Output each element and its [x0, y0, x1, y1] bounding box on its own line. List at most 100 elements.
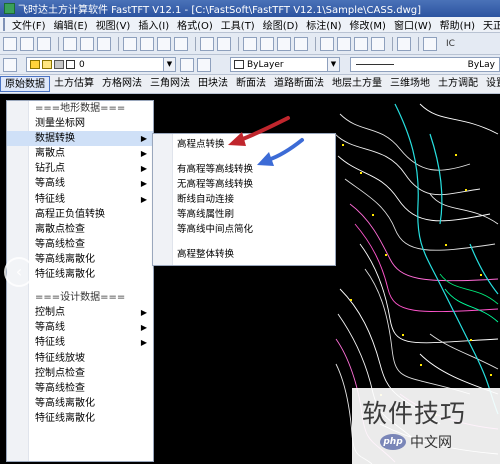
toolbar-separator: [392, 36, 393, 51]
color-value: ByLayer: [247, 59, 284, 70]
menu-help[interactable]: 帮助(H): [436, 17, 479, 32]
toolbar-separator: [195, 36, 196, 51]
publish-icon[interactable]: [97, 36, 111, 51]
menu-item-contours[interactable]: 等高线 ▶: [7, 176, 153, 191]
menu-item-discrete-points[interactable]: 离散点 ▶: [7, 146, 153, 161]
linetype-dropdown[interactable]: ByLay: [350, 57, 500, 72]
layer-manager-icon[interactable]: [3, 57, 17, 72]
menu-tools[interactable]: 工具(T): [217, 17, 259, 32]
submenu-item-contour-with-elevation[interactable]: 有高程等高线转换: [153, 162, 335, 177]
match-properties-icon[interactable]: [174, 36, 188, 51]
menu-item-feature-line-slope[interactable]: 特征线放坡: [7, 351, 153, 366]
menu-item-label: 数据转换: [35, 133, 75, 145]
toolbar-separator: [58, 36, 59, 51]
chevron-down-icon[interactable]: ▼: [327, 58, 339, 71]
lock-icon: [54, 60, 64, 69]
menu-item-boreholes[interactable]: 钻孔点 ▶: [7, 161, 153, 176]
menu-item-label: 特征线: [35, 193, 65, 205]
submenu-item-auto-join-lines[interactable]: 断线自动连接: [153, 192, 335, 207]
menu-item-label: 等高线离散化: [35, 253, 95, 265]
print-preview-icon[interactable]: [80, 36, 94, 51]
tab-stratum-volume[interactable]: 地层土方量: [328, 76, 386, 92]
redo-icon[interactable]: [217, 36, 231, 51]
menu-item-contour-check[interactable]: 等高线检查: [7, 237, 153, 252]
menu-dimension[interactable]: 标注(N): [302, 17, 345, 32]
menu-format[interactable]: 格式(O): [173, 17, 217, 32]
new-file-icon[interactable]: [3, 36, 17, 51]
design-center-icon[interactable]: [337, 36, 351, 51]
cut-icon[interactable]: [123, 36, 137, 51]
menu-item-data-conversion[interactable]: 数据转换 ▶: [7, 131, 153, 147]
data-conversion-submenu: 高程点转换 有高程等高线转换 无高程等高线转换 断线自动连接 等高线属性刷 等高…: [152, 133, 336, 266]
menu-item-control-points[interactable]: 控制点 ▶: [7, 305, 153, 320]
tab-field-method[interactable]: 田块法: [194, 76, 232, 92]
menu-item-survey-grid[interactable]: 测量坐标网: [7, 116, 153, 131]
menu-item-elevation-sign-conversion[interactable]: 高程正负值转换: [7, 207, 153, 222]
layer-dropdown[interactable]: 0 ▼: [26, 57, 176, 72]
menu-window[interactable]: 窗口(W): [390, 17, 436, 32]
standard-toolbar: IC: [0, 33, 500, 55]
properties-icon[interactable]: [320, 36, 334, 51]
submenu-item-elevation-bulk-convert[interactable]: 高程整体转换: [153, 247, 335, 262]
submenu-item-elevation-point-convert[interactable]: 高程点转换: [153, 137, 335, 152]
menu-bar: 文件(F) 编辑(E) 视图(V) 插入(I) 格式(O) 工具(T) 绘图(D…: [0, 17, 500, 33]
make-current-layer-icon[interactable]: [180, 57, 194, 72]
menu-item-feature-lines[interactable]: 特征线 ▶: [7, 192, 153, 207]
previous-arrow-icon[interactable]: ‹: [4, 257, 34, 287]
open-file-icon[interactable]: [20, 36, 34, 51]
tab-raw-data[interactable]: 原始数据: [0, 76, 50, 92]
tool-palettes-icon[interactable]: [354, 36, 368, 51]
chevron-down-icon[interactable]: ▼: [163, 58, 175, 71]
menu-insert[interactable]: 插入(I): [134, 17, 173, 32]
menu-item-label: 控制点检查: [35, 367, 85, 379]
color-dropdown[interactable]: ByLayer ▼: [230, 57, 340, 72]
text-style-icon[interactable]: [423, 36, 437, 51]
menu-item-design-feature-lines[interactable]: 特征线 ▶: [7, 335, 153, 350]
menu-view[interactable]: 视图(V): [92, 17, 135, 32]
tab-settings-output[interactable]: 设置和出: [482, 76, 500, 92]
menu-item-label: 测量坐标网: [35, 118, 85, 130]
submenu-item-contour-point-simplify[interactable]: 等高线中间点简化: [153, 222, 335, 237]
zoom-window-icon[interactable]: [277, 36, 291, 51]
tab-grid-method[interactable]: 方格网法: [98, 76, 146, 92]
window-title: 飞时达土方计算软件 FastTFT V12.1 - [C:\FastSoft\F…: [18, 5, 422, 16]
watermark: 软件技巧 php 中文网: [352, 388, 500, 464]
copy-icon[interactable]: [140, 36, 154, 51]
menu-draw[interactable]: 绘图(D): [259, 17, 303, 32]
menu-item-design-contour-discretize[interactable]: 等高线离散化: [7, 396, 153, 411]
toolbar-separator: [315, 36, 316, 51]
menu-item-control-point-check[interactable]: 控制点检查: [7, 366, 153, 381]
menu-edit[interactable]: 编辑(E): [50, 17, 92, 32]
menu-modify[interactable]: 修改(M): [346, 17, 390, 32]
menu-file[interactable]: 文件(F): [8, 17, 50, 32]
tab-earthwork-allocation[interactable]: 土方调配: [434, 76, 482, 92]
submenu-item-contour-property-brush[interactable]: 等高线属性刷: [153, 207, 335, 222]
submenu-item-contour-without-elevation[interactable]: 无高程等高线转换: [153, 177, 335, 192]
tab-earthwork-estimate[interactable]: 土方估算: [50, 76, 98, 92]
app-menu-icon[interactable]: [3, 18, 5, 31]
zoom-previous-icon[interactable]: [294, 36, 308, 51]
zoom-realtime-icon[interactable]: [260, 36, 274, 51]
tab-section-method[interactable]: 断面法: [232, 76, 270, 92]
sun-icon: [42, 60, 52, 69]
tab-road-section-method[interactable]: 道路断面法: [270, 76, 328, 92]
menu-item-design-feature-line-discretize[interactable]: 特征线离散化: [7, 411, 153, 426]
layer-previous-icon[interactable]: [197, 57, 211, 72]
menu-item-design-contours[interactable]: 等高线 ▶: [7, 320, 153, 335]
pan-icon[interactable]: [243, 36, 257, 51]
function-tab-bar: 原始数据 土方估算 方格网法 三角网法 田块法 断面法 道路断面法 地层土方量 …: [0, 75, 500, 94]
undo-icon[interactable]: [200, 36, 214, 51]
save-icon[interactable]: [37, 36, 51, 51]
menu-item-label: 特征线离散化: [35, 269, 95, 281]
tab-3d-site[interactable]: 三维场地: [386, 76, 434, 92]
help-icon[interactable]: [397, 36, 411, 51]
paste-icon[interactable]: [157, 36, 171, 51]
print-icon[interactable]: [63, 36, 77, 51]
menu-section-design: ===设计数据===: [35, 292, 126, 304]
menu-item-discrete-point-check[interactable]: 离散点检查: [7, 222, 153, 237]
tab-triangle-method[interactable]: 三角网法: [146, 76, 194, 92]
menu-tianzheng[interactable]: 天正: [479, 17, 500, 32]
menu-item-design-contour-check[interactable]: 等高线检查: [7, 381, 153, 396]
menu-item-label: 特征线: [35, 337, 65, 349]
calculator-icon[interactable]: [371, 36, 385, 51]
